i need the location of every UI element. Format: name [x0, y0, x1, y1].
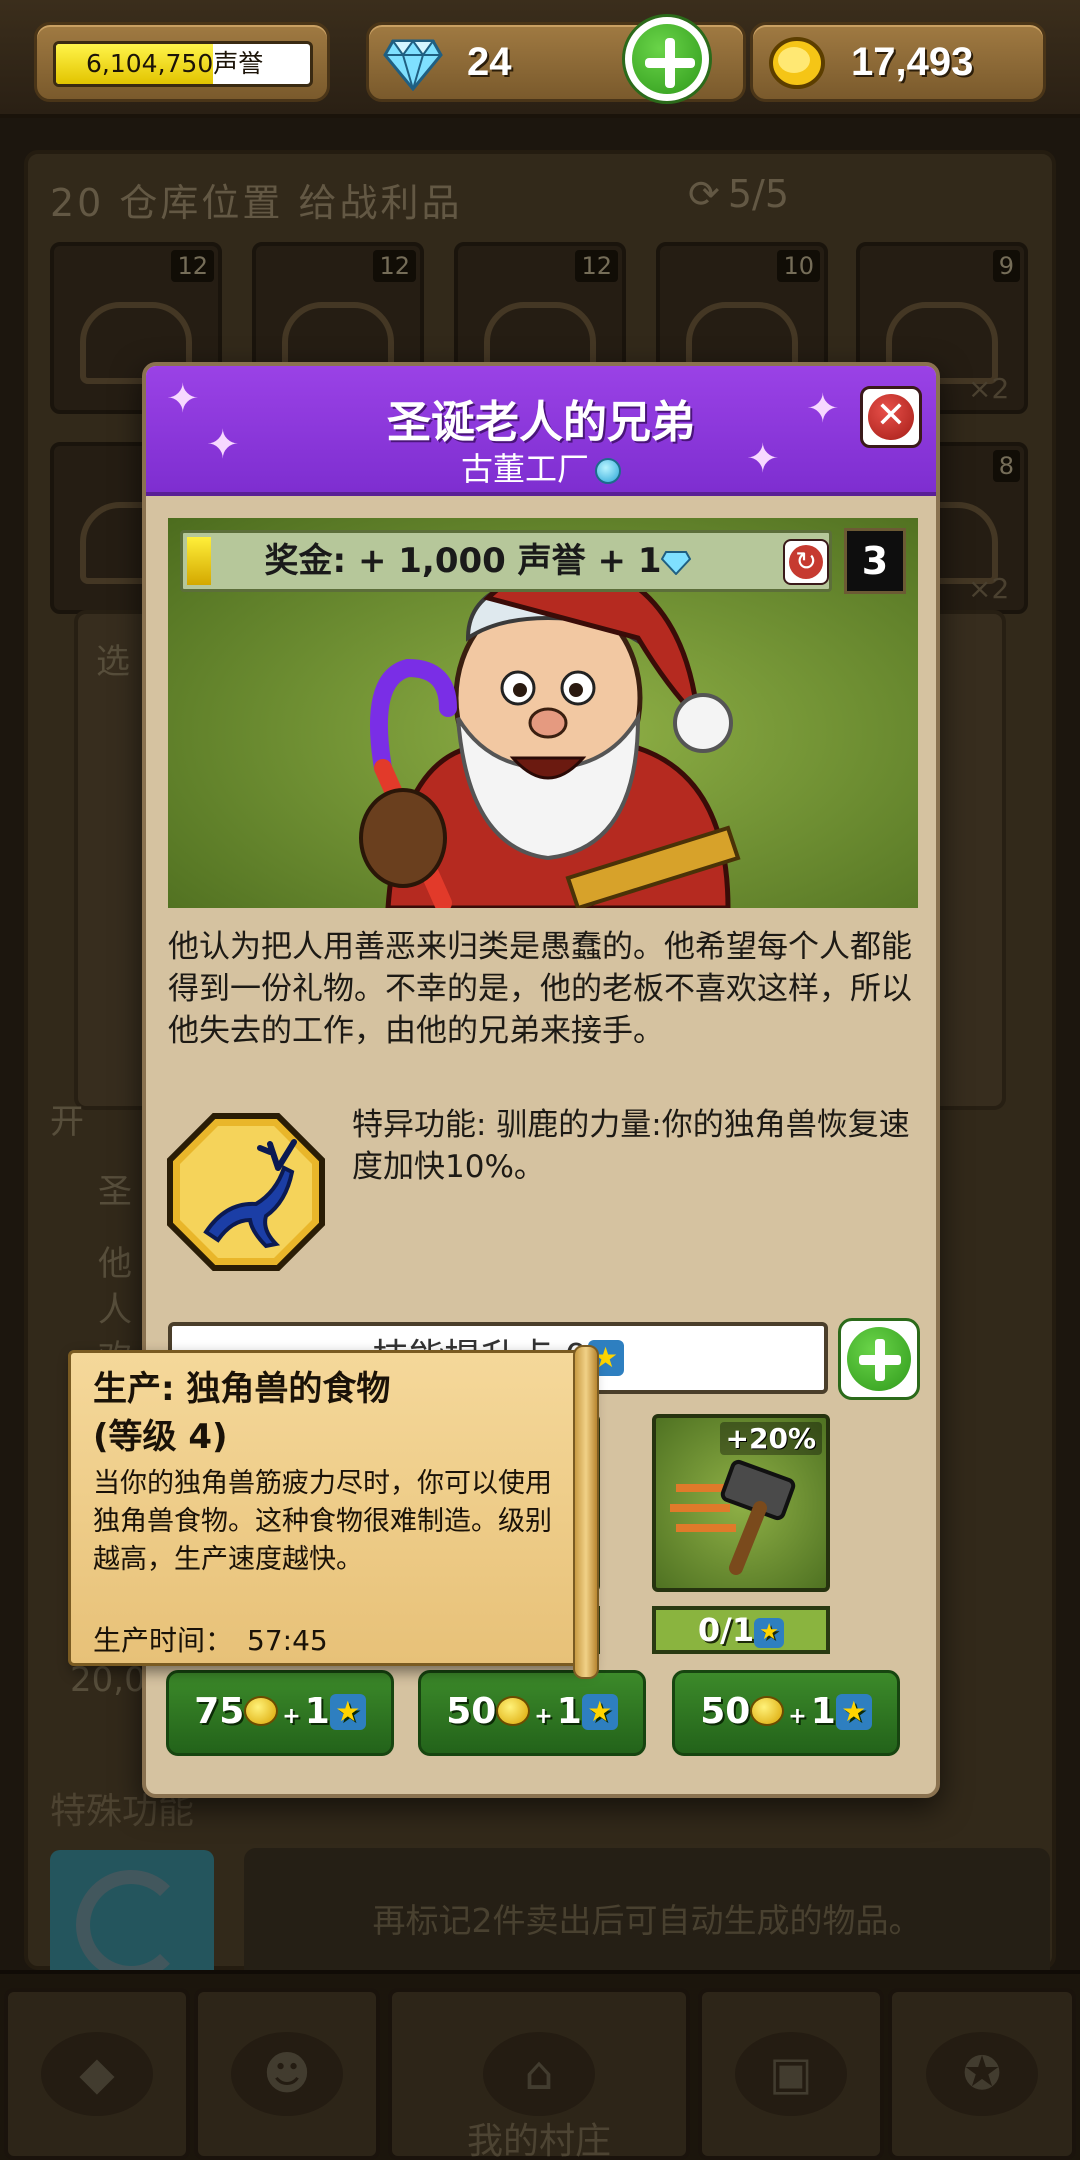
refresh-icon: ↻ [789, 545, 823, 579]
gold-cost: 50 [446, 1691, 497, 1732]
bonus-label: 奖金: + 1,000 声誉 + 1 [264, 541, 662, 581]
star-icon: ★ [581, 1694, 618, 1730]
blue-orb-icon [595, 458, 621, 484]
tooltip-production-time: 生产时间： 57:45 [93, 1619, 328, 1659]
tooltip-body: 当你的独角兽筋疲力尽时，你可以使用独角兽食物。这种食物很难制造。级别越高，生产速… [93, 1468, 552, 1575]
production-time-value: 57:45 [247, 1624, 328, 1657]
plus-sign: + [788, 1704, 807, 1729]
reputation-progress-bar: 6,104,750声誉 [53, 41, 313, 87]
top-resource-bar: 6,104,750声誉 24 17,493 [0, 0, 1080, 118]
gold-coin-icon [769, 37, 825, 89]
bonus-bar: 奖金: + 1,000 声誉 + 1 ↻ [180, 530, 832, 592]
production-tooltip: 生产: 独角兽的食物 (等级 4) 当你的独角兽筋疲力尽时，你可以使用独角兽食物… [68, 1345, 599, 1679]
modal-subtitle: 古董工厂 [146, 444, 936, 490]
skill-progress: 0/1 ★ [652, 1606, 830, 1654]
gold-cost: 75 [194, 1691, 245, 1732]
plus-icon [847, 1327, 911, 1391]
modal-title: 圣诞老人的兄弟 [387, 397, 695, 448]
upgrade-button-2[interactable]: 50 +1 ★ [418, 1670, 646, 1756]
bonus-text: 奖金: + 1,000 声誉 + 1 [183, 533, 773, 589]
gold-cost: 50 [700, 1691, 751, 1732]
reputation-counter[interactable]: 6,104,750声誉 [34, 22, 330, 102]
reroll-bonus-button[interactable]: ↻ [783, 539, 829, 585]
star-cost: 1 [810, 1691, 836, 1732]
plus-sign: + [282, 1704, 301, 1729]
diamond-icon [661, 551, 692, 575]
character-description: 他认为把人用善恶来归类是愚蠢的。他希望每个人都能得到一份礼物。不幸的是，他的老板… [168, 929, 912, 1049]
skill-progress-value: 0/1 [697, 1611, 755, 1649]
hammer-icon [670, 1459, 796, 1575]
character-portrait: 奖金: + 1,000 声誉 + 1 ↻ 3 [168, 518, 918, 908]
star-cost: 1 [556, 1691, 582, 1732]
building-name: 古董工厂 [460, 450, 589, 488]
special-ability-text: 特异功能: 驯鹿的力量:你的独角兽恢复速度加快10%。 [352, 1107, 910, 1185]
diamond-icon [383, 39, 443, 91]
upgrade-button-1[interactable]: 75 +1 ★ [166, 1670, 394, 1756]
star-cost: 1 [304, 1691, 330, 1732]
plus-icon [632, 24, 702, 94]
gold-coin-icon [244, 1696, 279, 1726]
gold-counter[interactable]: 17,493 [750, 22, 1046, 102]
tooltip-title: 生产: 独角兽的食物 (等级 4) [93, 1365, 390, 1461]
close-icon: ✕ [868, 394, 914, 440]
star-icon: ★ [329, 1694, 366, 1730]
skill-card-speed[interactable]: +20% [652, 1414, 830, 1592]
reputation-text: 6,104,750声誉 [56, 44, 310, 84]
tooltip-title-line2: (等级 4) [93, 1417, 228, 1457]
reputation-unit: 声誉 [213, 49, 264, 78]
plus-sign: + [534, 1704, 553, 1729]
add-skill-point-button[interactable] [838, 1318, 920, 1400]
production-time-label: 生产时间： [93, 1624, 234, 1657]
modal-header: ✦ ✦ ✦ ✦ 圣诞老人的兄弟 古董工厂 ✕ [146, 366, 936, 496]
star-icon: ★ [754, 1618, 785, 1648]
close-button[interactable]: ✕ [860, 386, 922, 448]
tooltip-title-line1: 生产: 独角兽的食物 [93, 1369, 391, 1409]
reindeer-icon [167, 1113, 325, 1271]
buy-gems-button[interactable] [622, 14, 712, 104]
gem-count: 24 [467, 40, 512, 84]
upgrade-button-3[interactable]: 50 +1 ★ [672, 1670, 900, 1756]
gold-count: 17,493 [851, 40, 974, 84]
reputation-value: 6,104,750 [86, 49, 214, 78]
star-icon: ★ [835, 1694, 872, 1730]
character-level: 3 [844, 528, 906, 594]
gold-coin-icon [750, 1696, 785, 1726]
gold-coin-icon [496, 1696, 531, 1726]
